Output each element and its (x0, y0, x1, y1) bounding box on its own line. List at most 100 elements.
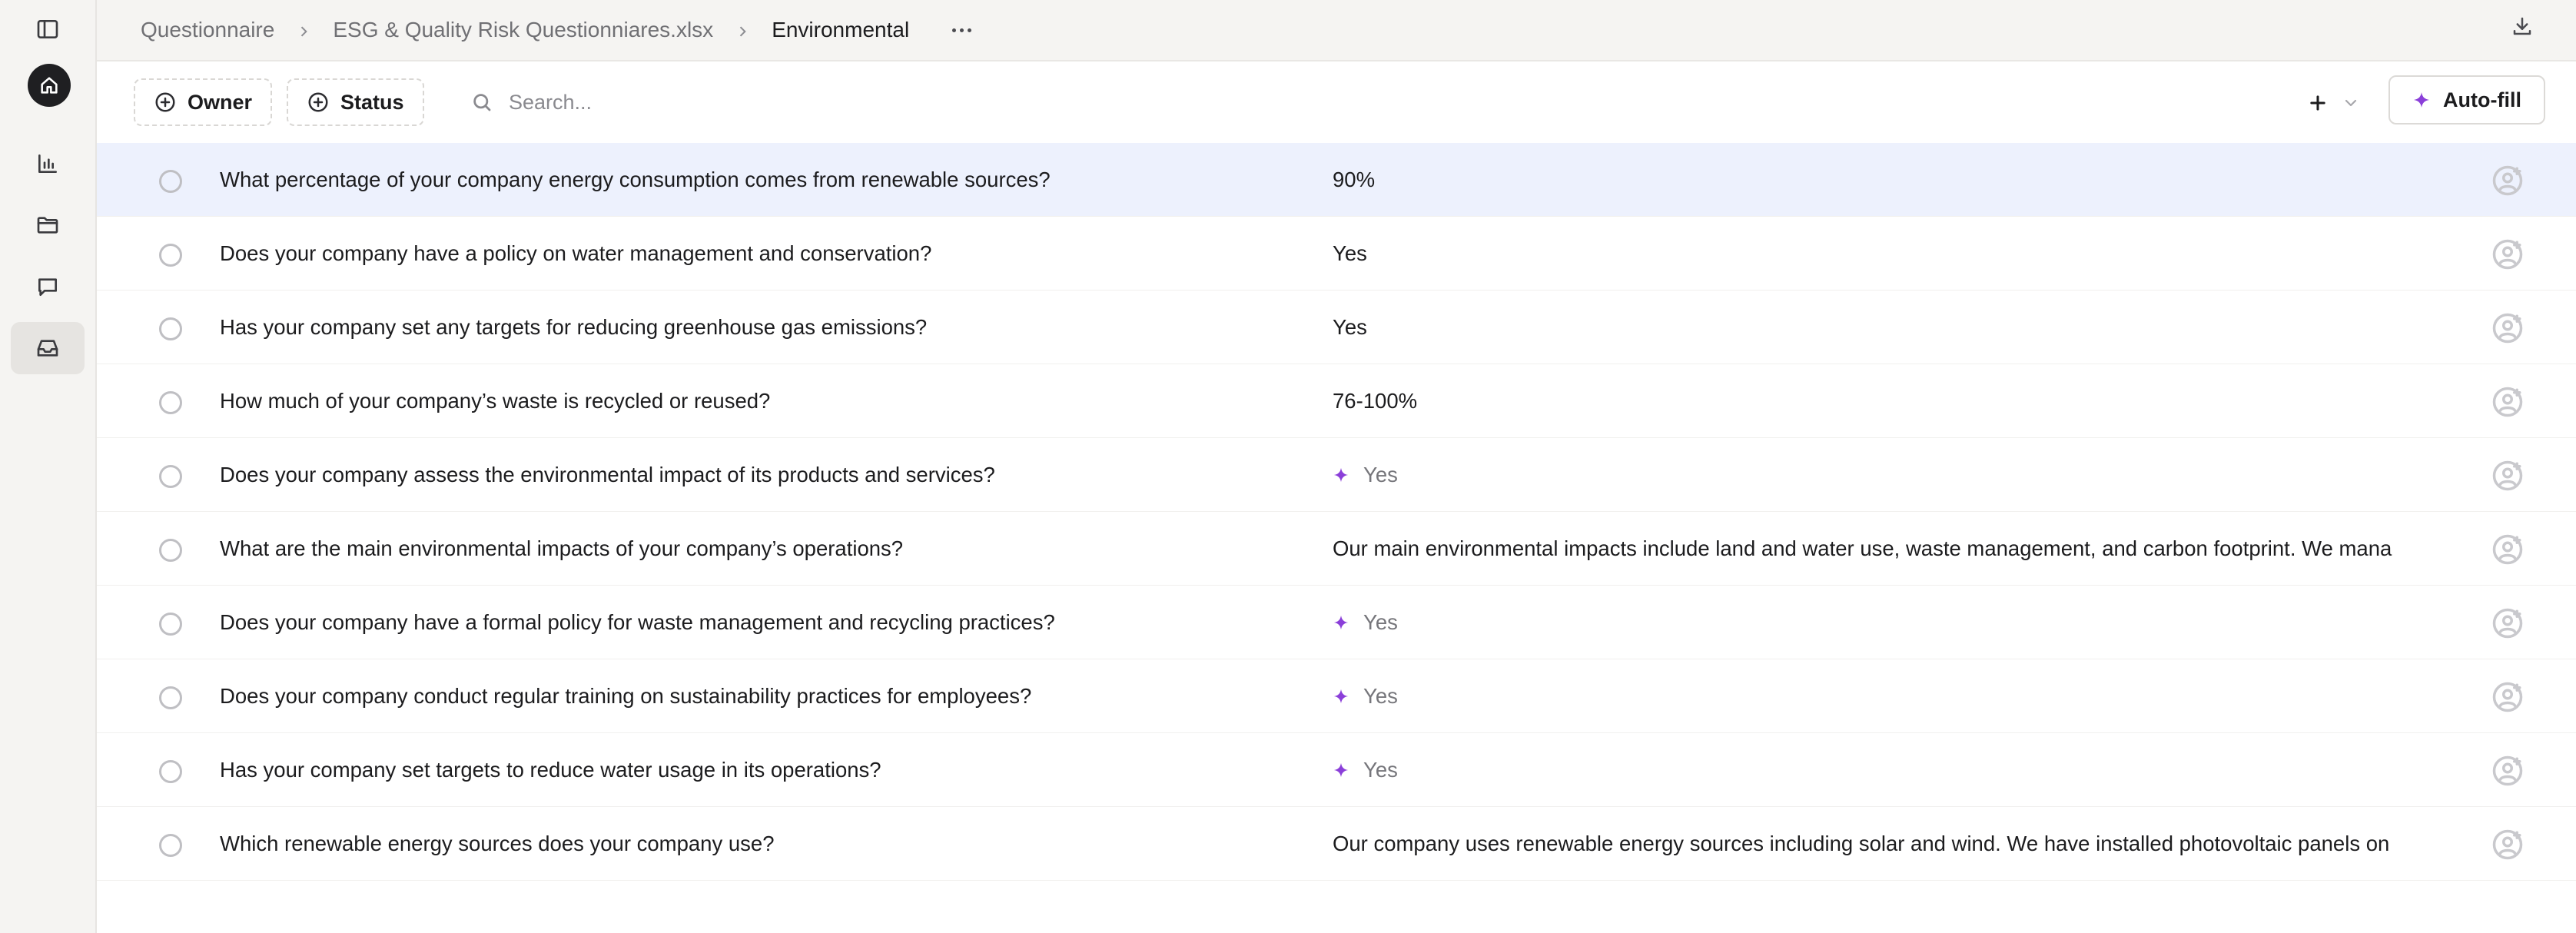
question-row[interactable]: What percentage of your company energy c… (97, 143, 2576, 217)
auto-fill-label: Auto-fill (2443, 88, 2521, 111)
auto-fill-button[interactable]: Auto-fill (2388, 75, 2545, 125)
add-dropdown-button[interactable] (2338, 89, 2364, 117)
row-select-radio[interactable] (159, 539, 182, 562)
answer-text[interactable]: Yes (1333, 315, 2508, 340)
answer-value: Yes (1363, 462, 1398, 486)
user-plus-icon (2492, 313, 2523, 344)
row-select-radio[interactable] (159, 391, 182, 414)
answer-value: Yes (1363, 609, 1398, 634)
assign-owner-button[interactable] (2491, 828, 2524, 861)
answer-value: Yes (1333, 314, 1367, 339)
search-icon (473, 94, 491, 111)
row-select-radio[interactable] (159, 834, 182, 857)
assign-owner-button[interactable] (2491, 755, 2524, 787)
answer-text[interactable]: Yes (1333, 463, 2508, 487)
row-select-radio[interactable] (159, 465, 182, 488)
answer-text[interactable]: Yes (1333, 758, 2508, 782)
user-plus-icon (2492, 239, 2523, 270)
assign-owner-button[interactable] (2491, 164, 2524, 197)
user-plus-icon (2492, 829, 2523, 860)
assign-owner-button[interactable] (2491, 238, 2524, 271)
answer-text[interactable]: 76-100% (1333, 389, 2508, 413)
question-text: Has your company set any targets for red… (220, 314, 928, 339)
user-plus-icon (2492, 755, 2523, 786)
assign-owner-button[interactable] (2491, 460, 2524, 492)
plus-circle-icon (155, 92, 175, 112)
ai-suggestion-icon (1333, 467, 1349, 482)
user-plus-icon (2492, 165, 2523, 196)
chevron-down-icon (2345, 99, 2357, 107)
ai-suggestion-icon (1333, 615, 1349, 629)
add-button[interactable] (2302, 88, 2333, 118)
answer-value: 90% (1333, 167, 1376, 191)
question-row[interactable]: Does your company have a formal policy f… (97, 586, 2576, 659)
download-button[interactable] (2507, 11, 2538, 42)
answer-value: Our main environmental impacts include l… (1333, 536, 2392, 560)
home-button[interactable] (28, 64, 71, 107)
question-text: Has your company set targets to reduce w… (220, 757, 881, 782)
more-options-button[interactable] (948, 15, 976, 45)
answer-text[interactable]: Our company uses renewable energy source… (1333, 832, 2508, 856)
question-row[interactable]: Has your company set targets to reduce w… (97, 733, 2576, 807)
row-select-radio[interactable] (159, 317, 182, 340)
row-select-radio[interactable] (159, 613, 182, 636)
sidebar-item-inbox[interactable] (11, 322, 85, 374)
answer-value: Our company uses renewable energy source… (1333, 831, 2390, 855)
breadcrumb-item-file[interactable]: ESG & Quality Risk Questionniares.xlsx (333, 18, 713, 42)
question-text: How much of your company’s waste is recy… (220, 388, 771, 413)
question-text: Does your company assess the environment… (220, 462, 995, 486)
answer-text[interactable]: Yes (1333, 610, 2508, 635)
ellipsis-icon (952, 28, 957, 32)
assign-owner-button[interactable] (2491, 312, 2524, 344)
sidebar-item-chat[interactable] (11, 261, 85, 313)
assign-owner-button[interactable] (2491, 607, 2524, 639)
row-select-radio[interactable] (159, 244, 182, 267)
breadcrumb-item-questionnaire[interactable]: Questionnaire (141, 18, 274, 42)
message-icon (38, 278, 57, 296)
question-list: What percentage of your company energy c… (97, 143, 2576, 881)
answer-text[interactable]: 90% (1333, 168, 2508, 192)
row-select-radio[interactable] (159, 686, 182, 709)
chevron-right-icon (296, 18, 311, 42)
folder-icon (37, 217, 58, 234)
bar-chart-icon (38, 154, 57, 173)
user-plus-icon (2492, 387, 2523, 417)
status-filter-button[interactable]: Status (287, 78, 424, 126)
question-row[interactable]: Which renewable energy sources does your… (97, 807, 2576, 881)
sparkle-icon (2414, 92, 2430, 108)
user-plus-icon (2492, 460, 2523, 491)
question-text: Does your company conduct regular traini… (220, 683, 1032, 708)
row-select-radio[interactable] (159, 170, 182, 193)
plus-circle-icon (308, 92, 328, 112)
assign-owner-button[interactable] (2491, 681, 2524, 713)
search-input[interactable] (509, 90, 970, 115)
inbox-icon (37, 340, 58, 357)
assign-owner-button[interactable] (2491, 533, 2524, 566)
sidebar-item-files[interactable] (11, 199, 85, 251)
answer-value: Yes (1363, 683, 1398, 708)
answer-value: Yes (1363, 757, 1398, 782)
question-text: What percentage of your company energy c… (220, 167, 1051, 191)
question-row[interactable]: Does your company assess the environment… (97, 438, 2576, 512)
breadcrumb-item-current: Environmental (772, 18, 910, 42)
row-select-radio[interactable] (159, 760, 182, 783)
sidebar-panel-icon (37, 20, 58, 38)
question-row[interactable]: What are the main environmental impacts … (97, 512, 2576, 586)
assign-owner-button[interactable] (2491, 386, 2524, 418)
question-row[interactable]: How much of your company’s waste is recy… (97, 364, 2576, 438)
owner-filter-button[interactable]: Owner (134, 78, 273, 126)
home-icon (41, 77, 58, 94)
sidebar-toggle-button[interactable] (11, 3, 85, 55)
question-row[interactable]: Does your company conduct regular traini… (97, 659, 2576, 733)
user-plus-icon (2492, 682, 2523, 712)
download-icon (2513, 17, 2531, 35)
question-row[interactable]: Does your company have a policy on water… (97, 217, 2576, 291)
answer-text[interactable]: Our main environmental impacts include l… (1333, 536, 2508, 561)
answer-text[interactable]: Yes (1333, 241, 2508, 266)
question-row[interactable]: Has your company set any targets for red… (97, 291, 2576, 364)
sidebar-item-analytics[interactable] (11, 138, 85, 190)
answer-value: Yes (1333, 241, 1367, 265)
search-box (463, 78, 1077, 126)
breadcrumb: Questionnaire ESG & Quality Risk Questio… (141, 15, 976, 45)
answer-text[interactable]: Yes (1333, 684, 2508, 709)
